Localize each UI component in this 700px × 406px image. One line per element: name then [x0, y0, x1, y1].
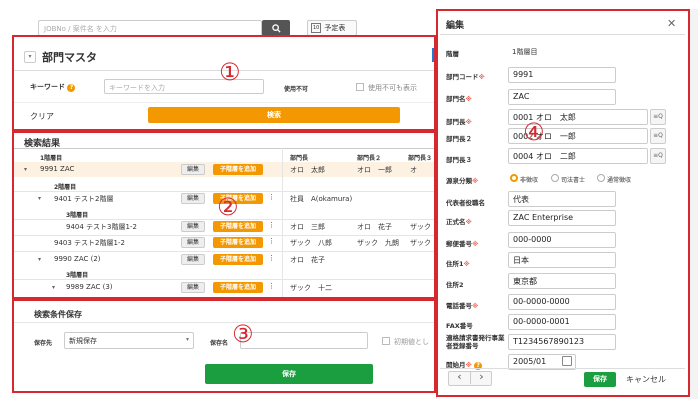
app-window: JOBNo / 案件名 を入力 10 予定表 ▾ 部門マスタ キーワード ? キ…: [0, 0, 700, 406]
job-search-input[interactable]: JOBNo / 案件名 を入力: [38, 20, 262, 36]
marker-4: ④: [523, 118, 545, 146]
marker-2: ②: [217, 193, 239, 221]
scrollbar[interactable]: [690, 9, 698, 399]
schedule-button[interactable]: 10 予定表: [307, 20, 357, 36]
annotation-box-3: [12, 299, 436, 393]
search-icon[interactable]: [262, 20, 290, 36]
annotation-box-4: [436, 9, 690, 397]
schedule-label: 予定表: [324, 24, 346, 32]
marker-3: ③: [232, 320, 254, 348]
marker-1: ①: [219, 58, 241, 86]
calendar-icon: 10: [311, 23, 322, 33]
